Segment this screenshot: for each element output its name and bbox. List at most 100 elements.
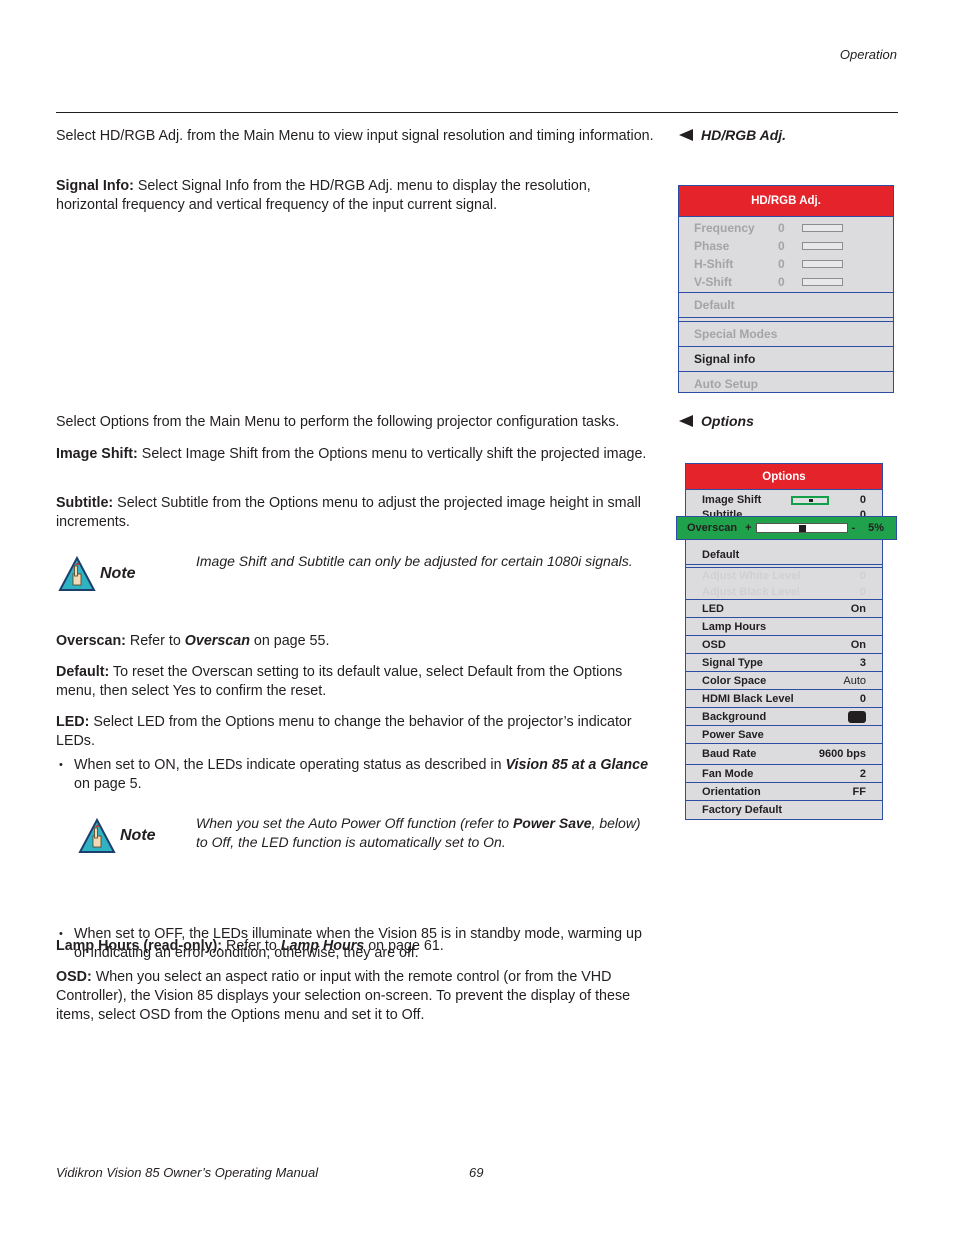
row-label: Orientation [702,785,761,798]
menu-row-baud-rate[interactable]: Baud Rate 9600 bps [686,744,882,765]
overscan-link[interactable]: Overscan [185,633,250,649]
hd-rgb-slider-group: Frequency 0 Phase 0 H-Shift 0 V-Shift 0 [679,217,893,292]
row-label: V-Shift [694,275,732,289]
menu-row-factory-default[interactable]: Factory Default [686,801,882,819]
background-color-swatch[interactable] [848,710,866,723]
menu-row-adjust-black-level: Adjust Black Level 0 [686,584,882,600]
signal-info-paragraph: Signal Info: Select Signal Info from the… [56,177,656,215]
overscan-paragraph: Overscan: Refer to Overscan on page 55. [56,632,656,651]
osd-term: OSD: [56,969,92,985]
menu-row-color-space[interactable]: Color Space Auto [686,672,882,690]
options-side-heading: Options [679,413,754,429]
lamp-hours-link[interactable]: Lamp Hours [281,938,364,954]
slider-bar[interactable] [802,278,843,286]
row-value: FF [852,785,866,798]
image-shift-slider[interactable] [791,495,830,505]
menu-row-led[interactable]: LED On [686,600,882,618]
power-save-link[interactable]: Power Save [513,815,592,831]
row-label: HDMI Black Level [702,692,794,705]
led-paragraph: LED: Select LED from the Options menu to… [56,713,656,751]
row-value: 0 [778,221,785,235]
row-label: H-Shift [694,257,734,271]
menu-row-osd[interactable]: OSD On [686,636,882,654]
overscan-slider[interactable] [755,523,848,533]
led-text: Select LED from the Options menu to chan… [56,714,632,749]
hd-rgb-menu: HD/RGB Adj. Frequency 0 Phase 0 H-Shift 0 V… [678,185,894,393]
overscan-highlight-row[interactable]: Overscan + - 5% [676,516,897,540]
osd-text: When you select an aspect ratio or input… [56,969,631,1023]
hd-rgb-intro: Select HD/RGB Adj. from the Main Menu to… [56,128,654,144]
row-value: 0 [859,494,866,506]
row-value: 2 [859,767,866,780]
options-intro: Select Options from the Main Menu to per… [56,414,620,430]
header-rule [56,112,898,113]
menu-row-default[interactable]: Default [686,545,882,565]
menu-row-background[interactable]: Background [686,708,882,726]
note-text-2: When you set the Auto Power Off function… [196,814,656,852]
footer-page-number: 69 [469,1165,484,1180]
subtitle-term: Subtitle: [56,495,114,511]
bullet-on-post: on page 5. [74,776,142,792]
image-shift-paragraph: Image Shift: Select Image Shift from the… [56,445,656,464]
row-label: Color Space [702,674,767,687]
slider-knob [809,498,814,502]
row-label: Factory Default [702,804,783,816]
menu-item-auto-setup[interactable]: Auto Setup [679,372,893,396]
led-on-bullet: When set to ON, the LEDs indicate operat… [56,756,656,794]
default-paragraph: Default: To reset the Overscan setting t… [56,663,656,701]
row-value: Auto [843,674,866,687]
bullet-on-pre: When set to ON, the LEDs indicate operat… [74,757,506,773]
menu-row-h-shift[interactable]: H-Shift 0 [679,255,893,273]
row-label: OSD [702,638,726,651]
menu-row-power-save[interactable]: Power Save [686,726,882,744]
slider-bar[interactable] [802,242,843,250]
menu-row-orientation[interactable]: Orientation FF [686,783,882,801]
menu-item-default[interactable]: Default [679,293,893,317]
menu-row-frequency[interactable]: Frequency 0 [679,219,893,237]
menu-row-hdmi-black-level[interactable]: HDMI Black Level 0 [686,690,882,708]
row-label: Baud Rate [702,748,757,760]
menu-item-signal-info[interactable]: Signal info [679,347,893,371]
row-value: On [850,638,866,651]
menu-row-phase[interactable]: Phase 0 [679,237,893,255]
subtitle-text: Select Subtitle from the Options menu to… [56,495,641,530]
lamp-hours-post: on page 61. [364,938,444,954]
row-value: 0 [859,692,866,705]
menu-row-image-shift[interactable]: Image Shift 0 [686,491,882,509]
signal-info-text: Select Signal Info from the HD/RGB Adj. … [56,178,591,213]
vision-85-glance-link[interactable]: Vision 85 at a Glance [506,757,649,773]
pointer-arrow-icon [679,129,693,141]
led-term: LED: [56,714,90,730]
overscan-term: Overscan: [56,633,126,649]
menu-row-lamp-hours[interactable]: Lamp Hours [686,618,882,636]
image-shift-text: Select Image Shift from the Options menu… [137,446,647,462]
pointer-arrow-icon [679,415,693,427]
note-hand-warning-icon [78,818,116,853]
note2-pre: When you set the Auto Power Off function… [196,815,513,831]
row-label: Adjust White Level [702,570,801,582]
menu-row-adjust-white-level: Adjust White Level 0 [686,568,882,584]
menu-row-v-shift[interactable]: V-Shift 0 [679,273,893,291]
slider-bar[interactable] [802,224,843,232]
options-menu-title: Options [686,464,882,490]
divider [679,317,893,318]
overscan-pre: Refer to [125,633,185,649]
overscan-plus[interactable]: + [745,522,751,534]
lamp-hours-pre: Refer to [222,938,281,954]
note-callout-1: Note [58,556,136,592]
note-text-1: Image Shift and Subtitle can only be adj… [196,553,633,569]
menu-row-fan-mode[interactable]: Fan Mode 2 [686,765,882,783]
row-value: 0 [778,239,785,253]
row-label: Fan Mode [702,767,754,780]
default-term: Default: [56,664,110,680]
subtitle-paragraph: Subtitle: Select Subtitle from the Optio… [56,494,656,532]
lamp-hours-term: Lamp Hours (read-only): [56,938,223,954]
menu-item-special-modes[interactable]: Special Modes [679,322,893,346]
slider-knob[interactable] [798,525,806,532]
row-value: 0 [859,585,866,598]
menu-row-signal-type[interactable]: Signal Type 3 [686,654,882,672]
slider-bar[interactable] [802,260,843,268]
row-label: Signal Type [702,656,763,669]
overscan-minus[interactable]: - [852,522,856,534]
row-label: Phase [694,239,730,253]
